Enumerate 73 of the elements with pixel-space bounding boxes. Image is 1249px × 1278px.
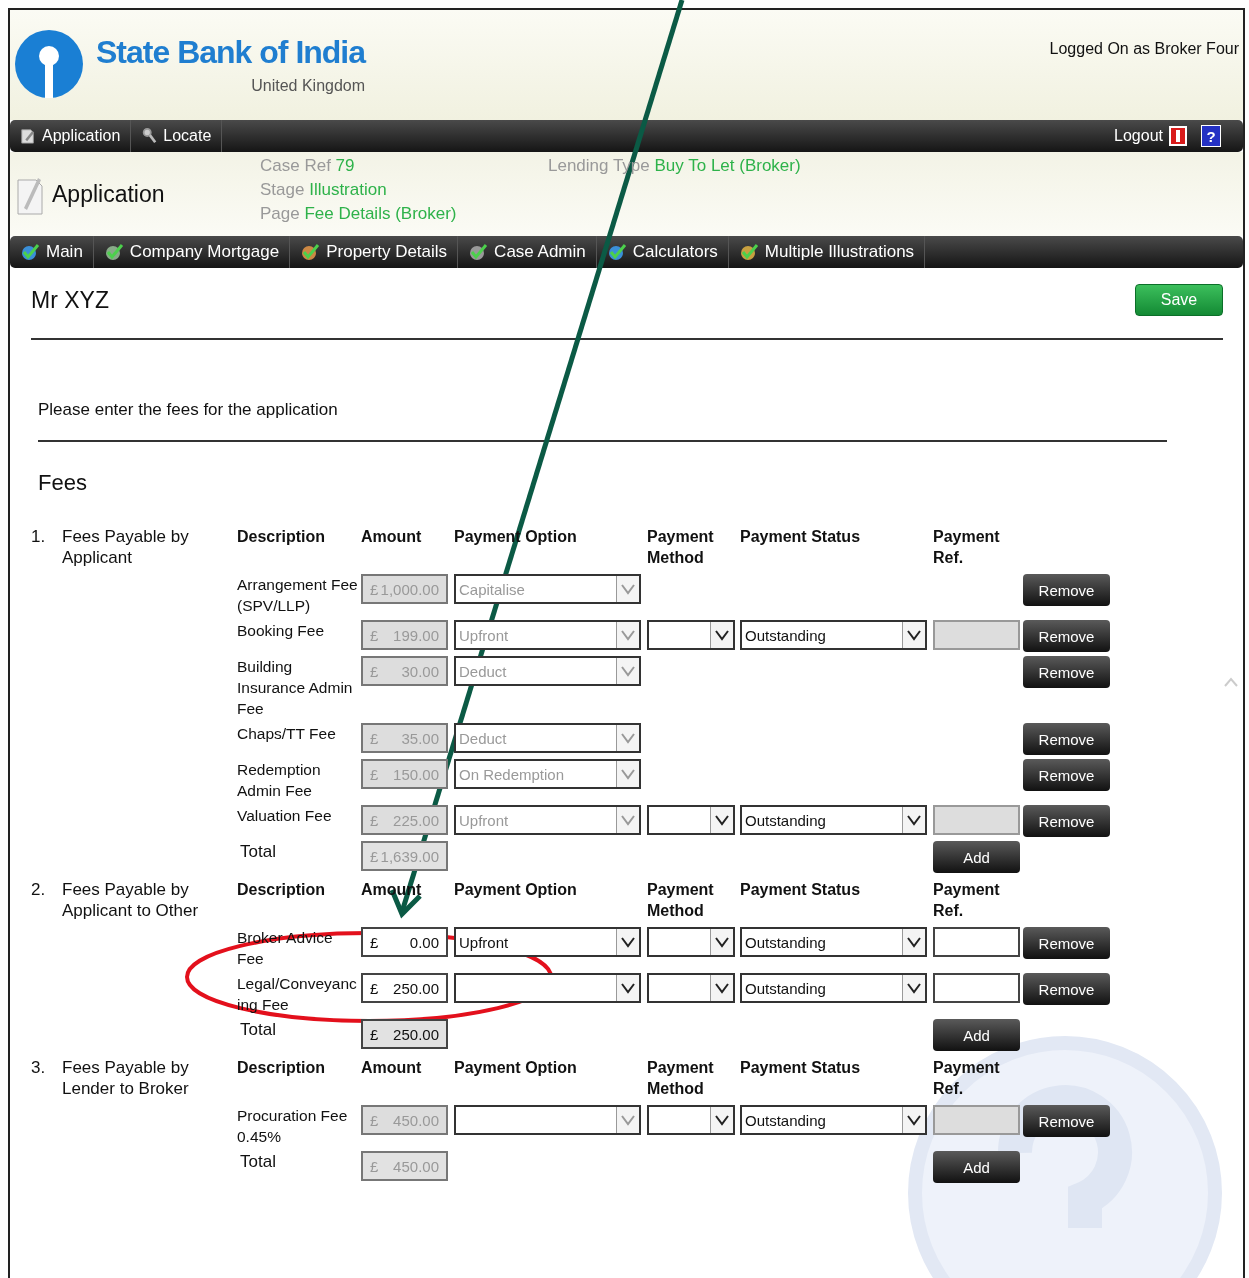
fee-description: Valuation Fee xyxy=(237,806,333,826)
remove-button[interactable]: Remove xyxy=(1023,805,1110,837)
case-detail: Stage Illustration xyxy=(260,180,388,200)
add-button[interactable]: Add xyxy=(933,841,1020,873)
amount-field[interactable]: £ 250.00 xyxy=(361,973,448,1003)
column-header: Payment Option xyxy=(454,1058,577,1078)
fee-description: Booking Fee xyxy=(237,621,326,641)
customer-name: Mr XYZ xyxy=(31,286,109,314)
column-header: Payment Method xyxy=(647,1058,715,1099)
column-header: Amount xyxy=(361,1058,422,1078)
tab[interactable]: Company Mortgage xyxy=(93,236,291,268)
page-title: Application xyxy=(52,180,165,208)
payment-option-dropdown[interactable]: Upfront xyxy=(454,927,641,957)
column-header: Payment Method xyxy=(647,527,715,568)
section-heading: Fees Payable by Lender to Broker xyxy=(62,1057,190,1100)
region-label: United Kingdom xyxy=(251,76,366,95)
section-title: Fees xyxy=(38,470,88,496)
column-header: Payment Status xyxy=(740,880,861,900)
logout-link[interactable]: Logout xyxy=(1114,127,1163,145)
column-header: Payment Option xyxy=(454,880,577,900)
user-status: Logged On as Broker Four xyxy=(1049,40,1239,58)
total-label: Total xyxy=(239,841,277,862)
tab[interactable]: Main xyxy=(10,236,94,268)
remove-button[interactable]: Remove xyxy=(1023,973,1110,1005)
remove-button[interactable]: Remove xyxy=(1023,759,1110,791)
fee-description: Procuration Fee 0.45% xyxy=(237,1106,349,1147)
amount-field[interactable]: £ 0.00 xyxy=(361,927,448,957)
payment-status-dropdown[interactable]: Outstanding xyxy=(740,973,927,1003)
case-detail: Page Fee Details (Broker) xyxy=(260,204,458,224)
section-heading: Fees Payable by Applicant xyxy=(62,526,190,569)
tab[interactable]: Case Admin xyxy=(458,236,597,268)
tab[interactable]: Multiple Illustrations xyxy=(728,236,926,268)
section-heading: Fees Payable by Applicant to Other xyxy=(62,879,200,922)
payment-status-dropdown[interactable]: Outstanding xyxy=(740,927,927,957)
column-header: Amount xyxy=(361,527,422,547)
column-header: Payment Ref. xyxy=(933,880,1001,921)
help-button[interactable]: ? xyxy=(1201,125,1221,147)
column-header: Description xyxy=(237,880,325,900)
section-number: 2. xyxy=(31,879,47,901)
fee-description: Redemption Admin Fee xyxy=(237,760,322,801)
amount-field: £ 250.00 xyxy=(361,1019,448,1049)
total-label: Total xyxy=(239,1151,277,1172)
remove-button[interactable]: Remove xyxy=(1023,723,1110,755)
fee-description: Building Insurance Admin Fee xyxy=(237,657,354,719)
column-header: Payment Ref. xyxy=(933,527,1001,568)
remove-button[interactable]: Remove xyxy=(1023,620,1110,652)
remove-button[interactable]: Remove xyxy=(1023,574,1110,606)
column-header: Description xyxy=(237,527,325,547)
bank-name: State Bank of India xyxy=(96,33,366,71)
payment-status-dropdown[interactable]: Outstanding xyxy=(740,620,927,650)
total-label: Total xyxy=(239,1019,277,1040)
fee-description: Arrangement Fee (SPV/LLP) xyxy=(237,575,359,616)
column-header: Payment Ref. xyxy=(933,1058,1001,1099)
tab[interactable]: Property Details xyxy=(290,236,459,268)
column-header: Payment Method xyxy=(647,880,715,921)
remove-button[interactable]: Remove xyxy=(1023,656,1110,688)
add-button[interactable]: Add xyxy=(933,1151,1020,1183)
amount-field: £1,639.00 xyxy=(361,841,448,871)
remove-button[interactable]: Remove xyxy=(1023,927,1110,959)
instruction-text: Please enter the fees for the application xyxy=(38,400,1167,442)
column-header: Payment Status xyxy=(740,527,861,547)
payment-status-dropdown[interactable]: Outstanding xyxy=(740,805,927,835)
add-button[interactable]: Add xyxy=(933,1019,1020,1051)
amount-field: £ 450.00 xyxy=(361,1151,448,1181)
case-detail: Case Ref 79 xyxy=(260,156,356,176)
column-header: Description xyxy=(237,1058,325,1078)
column-header: Payment Status xyxy=(740,1058,861,1078)
tab[interactable]: Calculators xyxy=(596,236,729,268)
section-number: 3. xyxy=(31,1057,47,1079)
section-number: 1. xyxy=(31,526,47,548)
fee-description: Chaps/TT Fee xyxy=(237,724,337,744)
payment-status-dropdown[interactable]: Outstanding xyxy=(740,1105,927,1135)
remove-button[interactable]: Remove xyxy=(1023,1105,1110,1137)
